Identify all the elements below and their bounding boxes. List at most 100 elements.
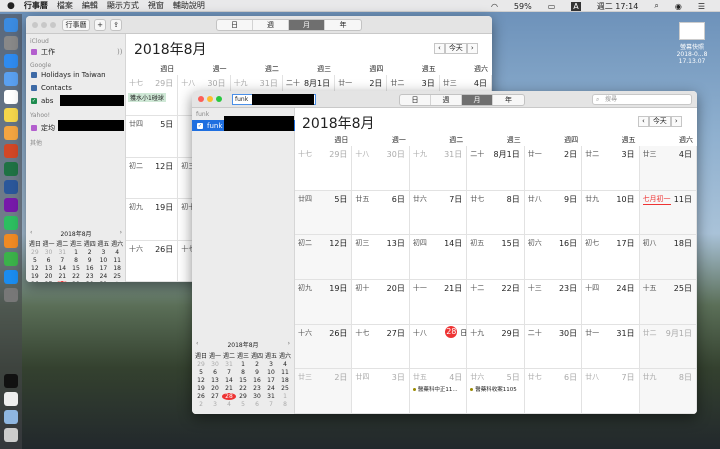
event-item[interactable]: 醫藥科收案1105 <box>470 385 521 393</box>
mini-day[interactable]: 26 <box>194 393 208 400</box>
mini-day[interactable]: 19 <box>28 273 42 280</box>
mini-day[interactable]: 17 <box>264 377 278 384</box>
day-cell[interactable]: 初五 15日 <box>467 235 525 280</box>
day-cell[interactable]: 十七 29日 獲水小1碰球 <box>126 75 179 117</box>
day-cell[interactable]: 十九 31日 <box>409 146 468 191</box>
mini-next-button[interactable]: › <box>120 229 122 236</box>
mini-day[interactable]: 18 <box>278 377 292 384</box>
mini-day[interactable]: 29 <box>236 393 250 400</box>
event-item[interactable]: 醫藥科中正11... <box>412 385 464 393</box>
mini-today[interactable]: 28 <box>55 281 70 282</box>
mini-day[interactable]: 16 <box>83 265 97 272</box>
mini-day[interactable]: 18 <box>110 265 124 272</box>
mini-day[interactable]: 24 <box>97 273 111 280</box>
calendars-button[interactable]: 行事曆 <box>62 19 90 31</box>
day-cell[interactable]: 廿五 6日 <box>352 190 410 236</box>
tab-month[interactable]: 月 <box>462 95 493 105</box>
mini-day[interactable]: 1 <box>278 393 292 400</box>
mini-day[interactable]: 15 <box>69 265 83 272</box>
mini-day[interactable]: 2 <box>250 361 264 368</box>
tab-week[interactable]: 週 <box>253 20 289 30</box>
zoom-icon[interactable] <box>50 22 56 28</box>
apple-icon[interactable]: ● <box>7 1 15 11</box>
mini-day[interactable]: 27 <box>42 281 56 282</box>
day-cell[interactable]: 十四 24日 <box>582 280 640 325</box>
mini-day[interactable]: 2 <box>83 249 97 256</box>
mini-day[interactable]: 3 <box>264 361 278 368</box>
day-cell[interactable]: 廿八 9日 <box>524 190 583 236</box>
settings-icon[interactable] <box>4 288 18 302</box>
mini-day[interactable]: 8 <box>278 401 292 408</box>
share-icon[interactable]: ⇪ <box>110 19 122 31</box>
menu-view[interactable]: 顯示方式 <box>107 0 139 11</box>
day-cell[interactable]: 初三 13日 <box>352 235 410 280</box>
onenote-icon[interactable] <box>4 198 18 212</box>
mini-day[interactable]: 1 <box>236 361 250 368</box>
close-icon[interactable] <box>32 22 38 28</box>
day-cell[interactable]: 七月初一 11日 <box>639 190 697 236</box>
mini-day[interactable]: 11 <box>278 369 292 376</box>
day-cell[interactable]: 廿九 10日 <box>582 190 640 236</box>
tab-year[interactable]: 年 <box>493 95 524 105</box>
mini-day[interactable]: 9 <box>83 257 97 264</box>
day-cell[interactable]: 十三 23日 <box>524 280 583 325</box>
menu-edit[interactable]: 編輯 <box>82 0 98 11</box>
day-cell[interactable]: 廿六 7日 <box>409 190 468 236</box>
mini-day[interactable]: 3 <box>97 249 111 256</box>
mini-day[interactable]: 31 <box>55 249 69 256</box>
mini-day[interactable]: 25 <box>278 385 292 392</box>
mini-day[interactable]: 23 <box>83 273 97 280</box>
mini-day[interactable]: 4 <box>278 361 292 368</box>
mini-day[interactable]: 25 <box>110 273 124 280</box>
day-cell[interactable]: 廿二 3日 <box>582 146 640 191</box>
calendar-item-holidays[interactable]: Holidays in Taiwan <box>31 71 106 79</box>
battery-level[interactable]: 59% <box>514 2 532 11</box>
calendar-icon[interactable] <box>4 90 18 104</box>
user-icon[interactable]: ◉ <box>675 2 682 11</box>
today-button[interactable]: 今天 <box>648 116 671 127</box>
next-month-button[interactable]: › <box>466 43 478 54</box>
tab-day[interactable]: 日 <box>217 20 253 30</box>
mini-day[interactable]: 13 <box>208 377 222 384</box>
mini-day[interactable]: 12 <box>28 265 42 272</box>
mini-prev-button[interactable]: ‹ <box>30 229 32 236</box>
excel-icon[interactable] <box>4 162 18 176</box>
mini-next-button[interactable]: › <box>288 340 290 347</box>
mini-day[interactable]: 5 <box>194 369 208 376</box>
mini-day[interactable]: 29 <box>194 361 208 368</box>
day-cell[interactable]: 廿七 6日 <box>524 369 583 414</box>
mail-icon[interactable] <box>4 72 18 86</box>
menu-list-icon[interactable]: ☰ <box>698 2 705 11</box>
day-cell[interactable]: 初十 20日 <box>352 280 410 325</box>
mini-day[interactable]: 7 <box>55 257 69 264</box>
mini-day[interactable]: 21 <box>222 385 236 392</box>
mini-day[interactable]: 31 <box>97 281 111 282</box>
mini-day[interactable]: 13 <box>42 265 56 272</box>
clock[interactable]: 週二 17:14 <box>597 1 639 12</box>
day-cell[interactable]: 十七 29日 <box>295 146 353 191</box>
tab-year[interactable]: 年 <box>325 20 361 30</box>
mini-day[interactable]: 1 <box>110 281 124 282</box>
day-cell[interactable]: 廿七 8日 <box>467 190 525 236</box>
mini-day[interactable]: 17 <box>97 265 111 272</box>
mini-day[interactable]: 24 <box>264 385 278 392</box>
calendar-item-funk[interactable]: ✓ funk <box>197 122 222 130</box>
mini-day[interactable]: 29 <box>69 281 83 282</box>
menu-file[interactable]: 檔案 <box>57 0 73 11</box>
day-cell[interactable]: 廿六 5日 醫藥科收案1105 <box>467 369 525 414</box>
terminal-icon[interactable] <box>4 374 18 388</box>
day-cell[interactable]: 廿四 5日 <box>295 190 353 236</box>
mini-day[interactable]: 19 <box>194 385 208 392</box>
day-cell[interactable]: 十六 26日 <box>126 240 179 282</box>
calendar-item-yahoo[interactable]: 定均 <box>31 123 55 133</box>
day-cell[interactable]: 廿三 2日 <box>295 369 353 414</box>
day-cell[interactable]: 二十 30日 <box>524 324 583 370</box>
zoom-icon[interactable] <box>216 96 222 102</box>
document-icon[interactable] <box>4 392 18 406</box>
checkbox-icon[interactable] <box>31 49 37 55</box>
calendar-item-contacts[interactable]: Contacts <box>31 84 72 92</box>
mini-day[interactable]: 12 <box>194 377 208 384</box>
day-cell[interactable]: 初四 14日 <box>409 235 468 280</box>
day-cell[interactable]: 廿三 4日 <box>639 146 697 191</box>
today-button[interactable]: 今天 <box>444 43 467 54</box>
